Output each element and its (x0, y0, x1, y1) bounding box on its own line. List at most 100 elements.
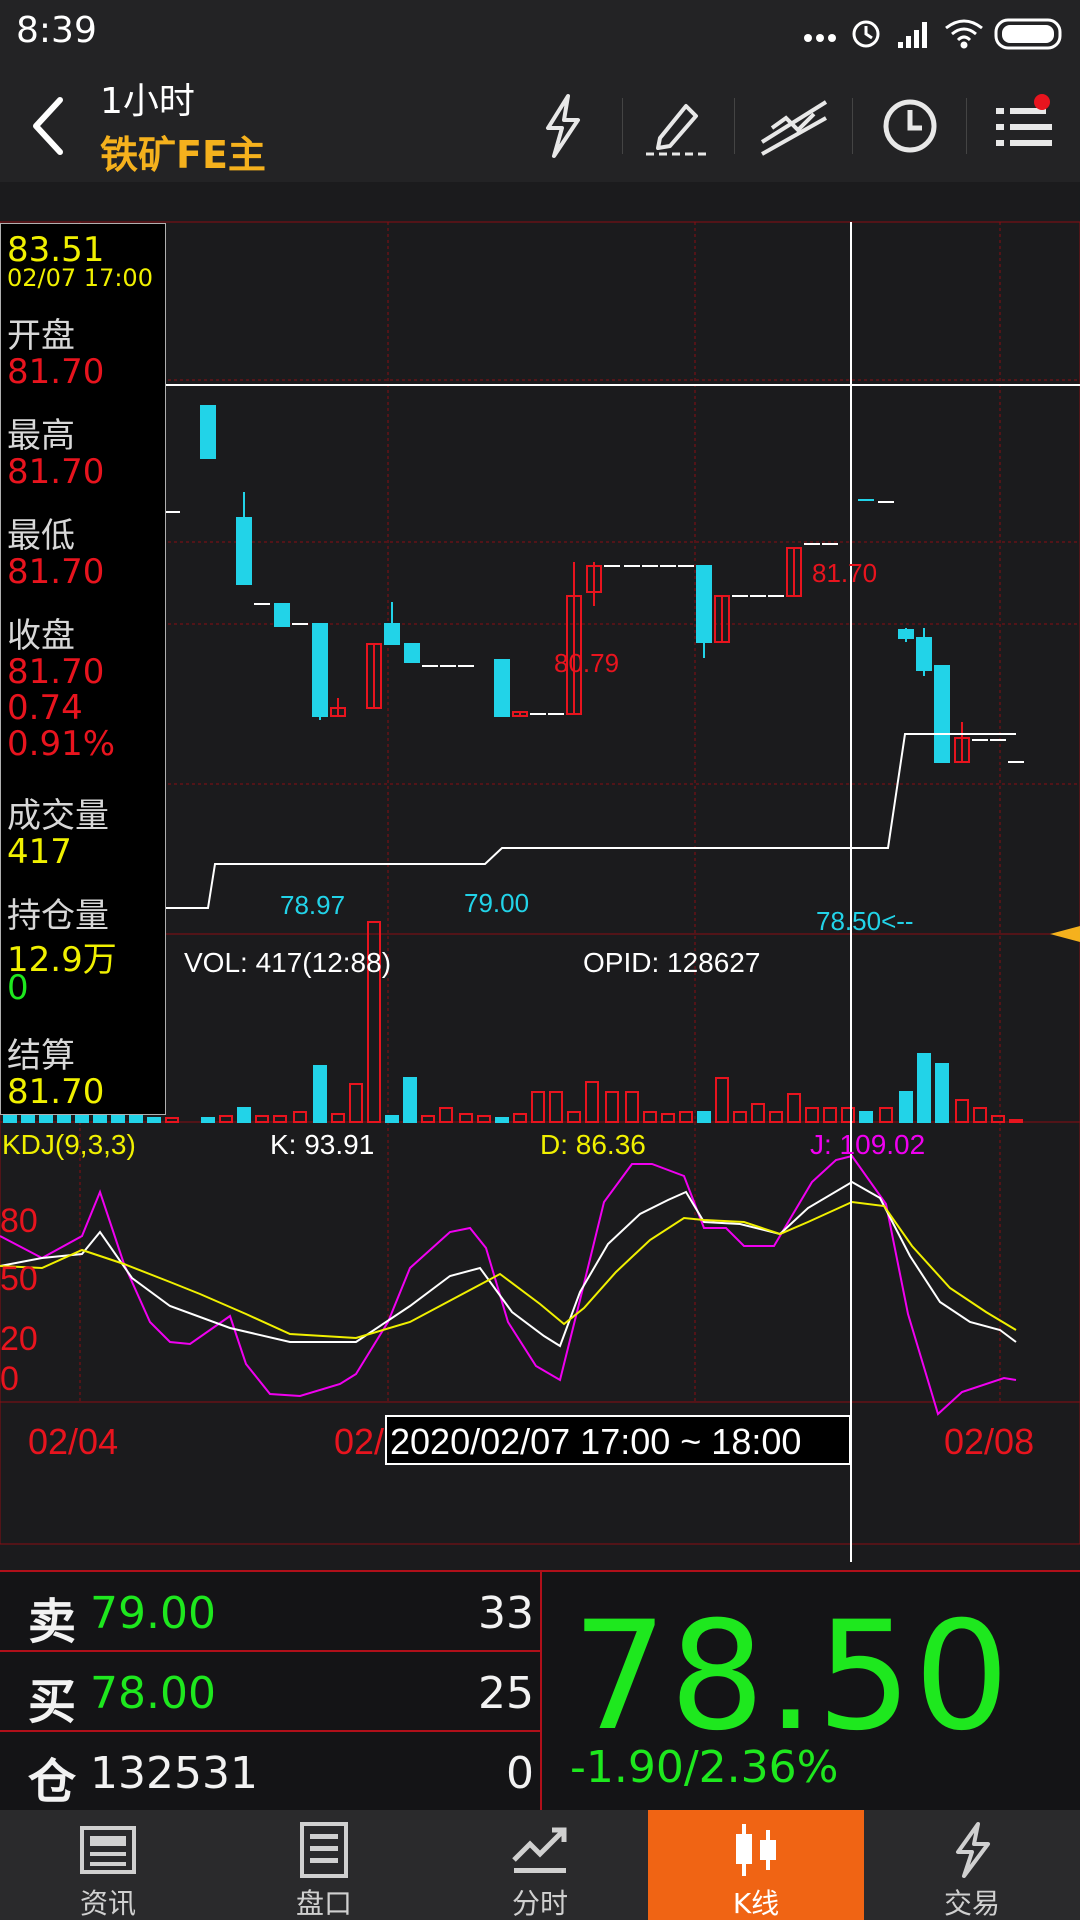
settle-label: 结算 (7, 1036, 75, 1076)
candle-body (916, 637, 932, 671)
volume-bar (841, 1107, 855, 1123)
close-value: 81.70 (7, 652, 105, 692)
volume-bar (201, 1117, 215, 1123)
nav-item-news[interactable]: 资讯 (0, 1810, 216, 1920)
news-icon (80, 1826, 136, 1874)
status-bar: 8:39 (0, 0, 1080, 66)
volume-bar (439, 1107, 453, 1123)
nav-item-timeshare[interactable]: 分时 (432, 1810, 648, 1920)
volume-bar (823, 1107, 837, 1123)
volume-bar (567, 1111, 581, 1123)
candle-body (696, 565, 712, 643)
indicator-lines-icon[interactable] (752, 88, 836, 164)
volume-bar (935, 1063, 949, 1123)
back-button[interactable] (20, 86, 80, 166)
candle-body (404, 643, 420, 663)
kdj-k-label: K: 93.91 (270, 1129, 374, 1160)
oi-label: 仓 (28, 1754, 77, 1810)
low-annotation: 79.00 (464, 888, 529, 918)
draw-pen-icon[interactable] (636, 88, 720, 164)
nav-item-order-book[interactable]: 盘口 (216, 1810, 432, 1920)
oi-daily-change: 0 (506, 1748, 534, 1799)
trade-icon (956, 1822, 990, 1878)
bid-label: 买 (28, 1674, 77, 1730)
volume-bar (331, 1113, 345, 1123)
header-divider (966, 98, 967, 154)
volume-bar (531, 1091, 545, 1123)
contract-name[interactable]: 铁矿FE主 (100, 124, 266, 179)
nav-item-trade[interactable]: 交易 (864, 1810, 1080, 1920)
quote-divider (540, 1572, 542, 1810)
kdj-y-tick: 80 (0, 1202, 38, 1240)
x-tick: 02/08 (944, 1421, 1034, 1462)
volume-bar (513, 1113, 527, 1123)
crosshair-info-panel: 83.51 02/07 17:00 开盘 81.70 最高 81.70 最低 8… (0, 223, 166, 1115)
volume-bar (75, 1113, 89, 1123)
candle-body (312, 623, 328, 717)
close-label: 收盘 (7, 616, 75, 656)
candle-body (898, 629, 914, 639)
kdj-y-tick: 50 (0, 1260, 38, 1298)
volume-bar (495, 1117, 509, 1123)
low-annotation: 78.50<-- (816, 906, 914, 936)
candle-body (384, 623, 400, 645)
low-annotation: 78.97 (280, 890, 345, 920)
candle-body (934, 665, 950, 763)
volume-bar (625, 1091, 639, 1123)
signal-icon (898, 22, 927, 48)
candle-body (274, 603, 290, 627)
volume-bar (147, 1117, 161, 1123)
ask-row[interactable]: 卖 79.00 33 (0, 1572, 540, 1652)
last-price: 78.50 (572, 1590, 1012, 1764)
open-label: 开盘 (7, 316, 75, 356)
order-book-icon (300, 1822, 348, 1878)
low-label: 最低 (7, 516, 75, 556)
kdj-j-label: J: 109.02 (810, 1129, 925, 1160)
nav-item-kline[interactable]: K线 (648, 1810, 864, 1920)
bid-volume: 25 (478, 1668, 534, 1719)
settle-value: 81.70 (7, 1072, 105, 1112)
ask-price: 79.00 (90, 1588, 216, 1639)
kdj-j-line (0, 1154, 1017, 1416)
volume-bar (549, 1091, 563, 1123)
volume-bar (129, 1115, 143, 1123)
volume-bar (787, 1093, 801, 1123)
volume-bar (697, 1111, 711, 1123)
volume-bar (421, 1115, 435, 1123)
clock-icon[interactable] (868, 88, 952, 164)
quote-panel: 卖 79.00 33 买 78.00 25 仓 132531 0 78.50 -… (0, 1570, 1080, 1810)
bid-price: 78.00 (90, 1668, 216, 1719)
crosshair-time: 02/07 17:00 (7, 264, 153, 292)
wifi-icon (945, 19, 983, 49)
high-value: 81.70 (7, 452, 105, 492)
flash-icon[interactable] (520, 88, 604, 164)
period-label[interactable]: 1小时 (100, 72, 195, 124)
volume-bar (1009, 1119, 1023, 1123)
candle-body (236, 517, 252, 585)
oi-change-value: 0 (7, 968, 29, 1008)
kdj-title: KDJ(9,3,3) (2, 1129, 136, 1160)
volume-bar (385, 1115, 399, 1123)
bid-row[interactable]: 买 78.00 25 (0, 1652, 540, 1732)
menu-list-icon[interactable] (982, 88, 1066, 164)
volume-bar (991, 1115, 1005, 1123)
timeshare-icon (512, 1827, 567, 1873)
high-label: 最高 (7, 416, 75, 456)
volume-bar (219, 1115, 233, 1123)
volume-bar (459, 1113, 473, 1123)
volume-bar (93, 1113, 107, 1123)
volume-bar (585, 1081, 599, 1123)
volume-label: 成交量 (7, 796, 109, 836)
volume-bar (955, 1099, 969, 1123)
volume-bar (661, 1113, 675, 1123)
header: 1小时 铁矿FE主 (0, 66, 1080, 182)
status-icons (804, 18, 1062, 50)
volume-value: 417 (7, 832, 72, 872)
volume-bar (165, 1117, 179, 1123)
volume-bar (313, 1065, 327, 1123)
volume-bar (899, 1091, 913, 1123)
volume-bar (643, 1111, 657, 1123)
low-value: 81.70 (7, 552, 105, 592)
kdj-y-tick: 0 (0, 1360, 19, 1398)
header-divider (852, 98, 853, 154)
